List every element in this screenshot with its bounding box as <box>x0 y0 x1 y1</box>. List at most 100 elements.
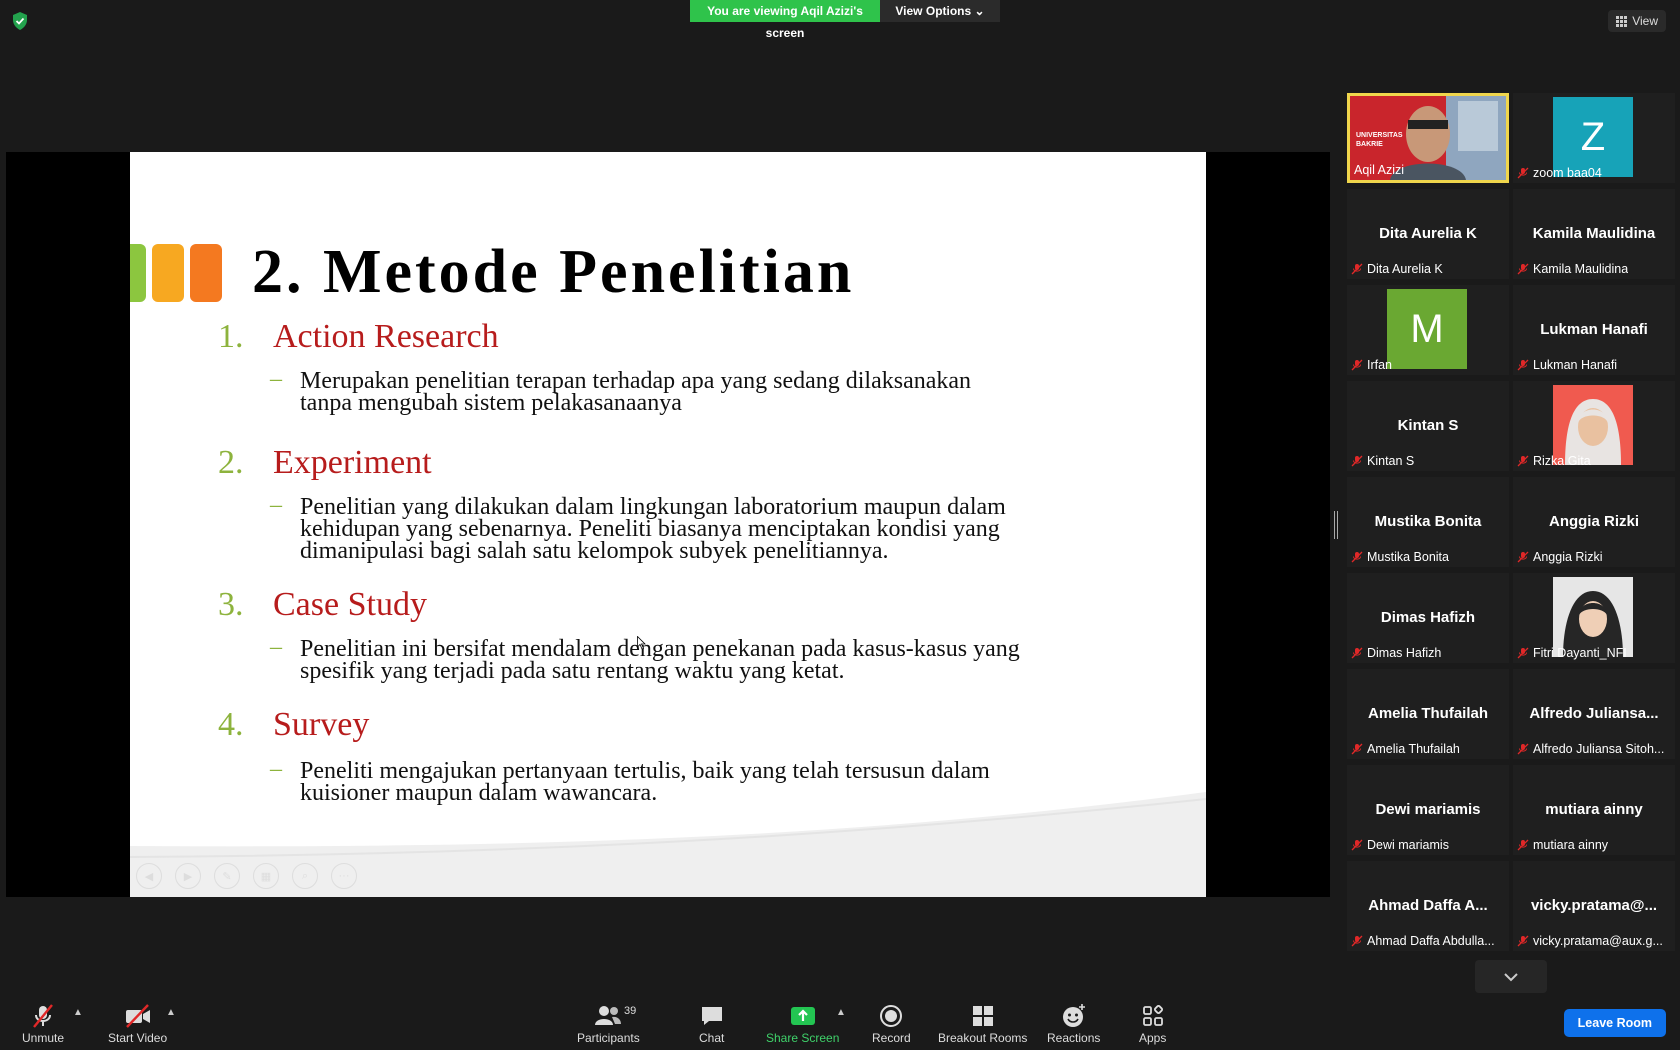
line: Penelitian yang dilakukan dalam lingkung… <box>300 494 1006 520</box>
participant-name: Mustika Bonita <box>1374 513 1482 530</box>
participant-tile[interactable]: Kamila Maulidina Kamila Maulidina <box>1513 189 1675 279</box>
audio-options-caret[interactable]: ▲ <box>73 1007 83 1018</box>
chat-label: Chat <box>699 1031 725 1045</box>
slide-title-row: 2. Metode Penelitian <box>130 237 854 308</box>
muted-microphone-icon <box>1517 167 1529 179</box>
participant-tile[interactable]: Fitri Dayanti_NFI <box>1513 573 1675 663</box>
muted-microphone-icon <box>1351 839 1363 851</box>
participant-name: mutiara ainny <box>1545 801 1643 818</box>
zoom-icon[interactable]: ⌕ <box>292 863 318 889</box>
breakout-rooms-icon <box>972 1006 993 1026</box>
view-button[interactable]: View <box>1608 10 1666 32</box>
participant-name: Amelia Thufailah <box>1367 705 1489 722</box>
breakout-rooms-button[interactable]: Breakout Rooms <box>938 995 1027 1045</box>
item-description: Peneliti mengajukan pertanyaan tertulis,… <box>300 759 1120 805</box>
avatar: Z <box>1553 97 1633 177</box>
share-screen-icon <box>790 1007 815 1025</box>
participant-tile[interactable]: Alfredo Juliansa... Alfredo Juliansa Sito… <box>1513 669 1675 759</box>
presentation-slide: 2. Metode Penelitian 1. Action Research … <box>130 152 1206 897</box>
participant-tile[interactable]: UNIVERSITAS BAKRIE Aqil Azizi <box>1347 93 1509 183</box>
participant-tile[interactable]: Mustika Bonita Mustika Bonita <box>1347 477 1509 567</box>
previous-slide-icon[interactable]: ◀ <box>136 863 162 889</box>
video-off-icon <box>125 1004 150 1028</box>
overlay-line: UNIVERSITAS <box>1356 132 1403 139</box>
participants-label: Participants <box>577 1031 640 1045</box>
view-options-button[interactable]: View Options ⌄ <box>880 0 1000 22</box>
participants-count: 39 <box>624 1005 637 1017</box>
participant-name: Alfredo Juliansa... <box>1529 705 1659 722</box>
item-heading: Survey <box>273 706 370 743</box>
participant-tile[interactable]: Dewi mariamis Dewi mariamis <box>1347 765 1509 855</box>
participant-label: mutiara ainny <box>1517 838 1608 852</box>
viewing-screen-label: You are viewing Aqil Azizi's screen <box>690 0 880 40</box>
avatar <box>1553 577 1633 657</box>
apps-icon <box>1142 1004 1163 1026</box>
panel-resize-handle[interactable] <box>1334 511 1338 539</box>
participant-tile[interactable]: Ahmad Daffa A... Ahmad Daffa Abdulla... <box>1347 861 1509 951</box>
chevron-down-icon <box>1504 972 1518 981</box>
participant-tile[interactable]: Dimas Hafizh Dimas Hafizh <box>1347 573 1509 663</box>
reactions-button[interactable]: Reactions <box>1047 995 1100 1045</box>
unmute-button[interactable]: Unmute <box>22 995 64 1045</box>
participant-tile[interactable]: Dita Aurelia K Dita Aurelia K <box>1347 189 1509 279</box>
apps-button[interactable]: Apps <box>1139 995 1166 1045</box>
participant-tile[interactable]: Zzoom baa04 <box>1513 93 1675 183</box>
participant-tile[interactable]: vicky.pratama@... vicky.pratama@aux.g... <box>1513 861 1675 951</box>
video-options-caret[interactable]: ▲ <box>166 1007 176 1018</box>
participant-label-text: Alfredo Juliansa Sitoh... <box>1533 742 1665 756</box>
item-description: Penelitian ini bersifat mendalam dengan … <box>300 637 1120 683</box>
participant-label-text: Lukman Hanafi <box>1533 358 1618 372</box>
item-number: 3. <box>218 586 244 623</box>
participant-tile[interactable]: Lukman Hanafi Lukman Hanafi <box>1513 285 1675 375</box>
record-button[interactable]: Record <box>872 995 911 1045</box>
muted-microphone-icon <box>1351 647 1363 659</box>
participants-icon <box>595 1006 622 1025</box>
participant-tile[interactable]: Kintan S Kintan S <box>1347 381 1509 471</box>
participant-label-text: Dewi mariamis <box>1367 838 1449 852</box>
muted-microphone-icon <box>33 1004 53 1028</box>
share-options-caret[interactable]: ▲ <box>836 1007 846 1018</box>
participant-tile[interactable]: Anggia Rizki Anggia Rizki <box>1513 477 1675 567</box>
item-number: 4. <box>218 706 244 743</box>
participant-name: Lukman Hanafi <box>1540 321 1648 338</box>
item-description: Merupakan penelitian terapan terhadap ap… <box>300 368 1120 416</box>
leave-room-button[interactable]: Leave Room <box>1563 1009 1666 1037</box>
mouse-cursor-icon <box>637 636 646 650</box>
item-number: 2. <box>218 444 244 481</box>
participant-tile[interactable]: Rizka Gita <box>1513 381 1675 471</box>
next-slide-icon[interactable]: ▶ <box>175 863 201 889</box>
pen-icon[interactable]: ✎ <box>214 863 240 889</box>
share-screen-label: Share Screen <box>766 1031 840 1045</box>
item-dash: – <box>270 492 282 518</box>
participants-button[interactable]: Participants <box>577 995 640 1045</box>
muted-microphone-icon <box>1351 359 1363 371</box>
participant-label: vicky.pratama@aux.g... <box>1517 934 1663 948</box>
chat-button[interactable]: Chat <box>699 995 724 1045</box>
line: Merupakan penelitian terapan terhadap ap… <box>300 368 972 394</box>
record-icon <box>880 1005 903 1027</box>
participant-tile[interactable]: Amelia Thufailah Amelia Thufailah <box>1347 669 1509 759</box>
start-video-button[interactable]: Start Video <box>108 995 167 1045</box>
participant-label: Dewi mariamis <box>1351 838 1449 852</box>
participant-tile[interactable]: M Irfan <box>1347 285 1509 375</box>
participant-label-text: vicky.pratama@aux.g... <box>1533 934 1663 948</box>
muted-microphone-icon <box>1351 263 1363 275</box>
participant-name: Dita Aurelia K <box>1379 225 1477 242</box>
participant-label-text: Kamila Maulidina <box>1533 262 1629 276</box>
slides-grid-icon[interactable]: ▦ <box>253 863 279 889</box>
muted-microphone-icon <box>1517 263 1529 275</box>
more-icon[interactable]: ··· <box>331 863 357 889</box>
item-number: 1. <box>218 318 244 355</box>
share-screen-button[interactable]: Share Screen <box>766 995 839 1045</box>
security-shield-icon[interactable] <box>12 12 28 30</box>
line: tanpa mengubah sistem pelakasanaanya <box>300 390 682 416</box>
participant-tile[interactable]: mutiara ainny mutiara ainny <box>1513 765 1675 855</box>
muted-microphone-icon <box>1517 935 1529 947</box>
participant-label-text: Fitri Dayanti_NFI <box>1533 646 1627 660</box>
gallery-next-page-button[interactable] <box>1475 960 1547 993</box>
item-dash: – <box>270 634 282 660</box>
apps-label: Apps <box>1139 1031 1167 1045</box>
item-dash: – <box>270 366 282 392</box>
muted-microphone-icon <box>1517 743 1529 755</box>
participant-label-text: Kintan S <box>1367 454 1415 468</box>
